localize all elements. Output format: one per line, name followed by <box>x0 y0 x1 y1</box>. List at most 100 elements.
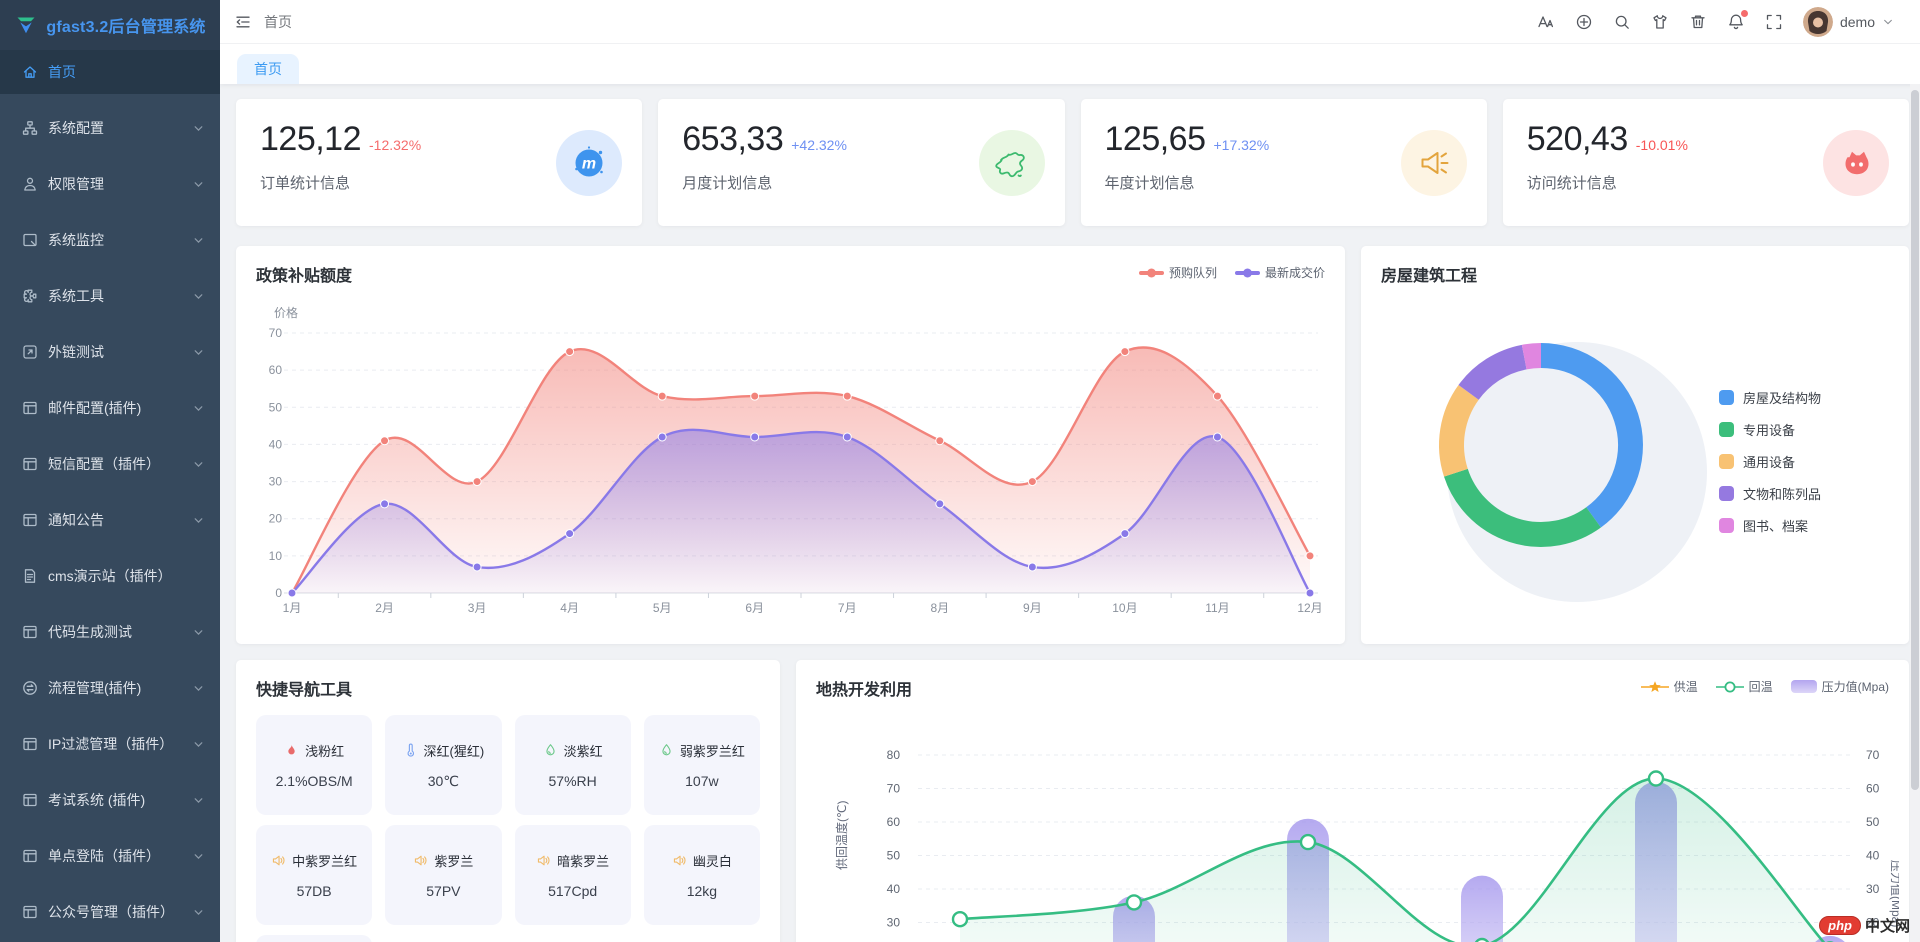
tile-name: 中紫罗兰红 <box>292 851 357 870</box>
scrollbar[interactable] <box>1910 84 1920 942</box>
quick-nav-tile-0[interactable]: 浅粉红2.1%OBS/M <box>256 715 372 815</box>
svg-text:40: 40 <box>1866 849 1880 863</box>
php-logo: php <box>1819 916 1861 935</box>
legend-item[interactable]: 供温 <box>1641 678 1698 695</box>
legend-marker <box>1235 268 1260 278</box>
quick-nav-tile-1[interactable]: 深红(猩红)30℃ <box>385 715 501 815</box>
svg-text:50: 50 <box>269 400 283 414</box>
svg-text:11月: 11月 <box>1205 601 1229 615</box>
sidebar-item-8[interactable]: 通知公告 <box>0 498 220 542</box>
tile-value: 107w <box>685 773 718 789</box>
chevron-down-icon <box>1882 16 1894 28</box>
legend-swatch <box>1791 680 1817 693</box>
header: 首页 demo <box>220 0 1920 44</box>
legend-item[interactable]: 专用设备 <box>1719 420 1821 439</box>
svg-text:8月: 8月 <box>930 601 949 615</box>
legend-marker <box>1139 268 1164 278</box>
stat-card-3: 520,43-10.01%访问统计信息 <box>1503 99 1909 226</box>
locale-icon[interactable] <box>1575 13 1593 31</box>
sidebar-item-label: IP过滤管理（插件） <box>48 734 193 754</box>
sidebar-item-14[interactable]: 单点登陆（插件） <box>0 834 220 878</box>
legend-label: 房屋及结构物 <box>1743 388 1821 407</box>
sidebar-item-13[interactable]: 考试系统 (插件) <box>0 778 220 822</box>
quick-nav-title: 快捷导航工具 <box>256 676 352 700</box>
quick-nav-tile-6[interactable]: 暗紫罗兰517Cpd <box>515 825 631 925</box>
geothermal-chart-card: 地热开发利用 供温回温压力值(Mpa) 80707060605050404030… <box>796 660 1909 942</box>
tile-title-row: 紫罗兰 <box>413 851 473 870</box>
sidebar-item-6[interactable]: 邮件配置(插件) <box>0 386 220 430</box>
trash-icon[interactable] <box>1689 13 1707 31</box>
username: demo <box>1840 14 1875 30</box>
sidebar-item-9[interactable]: cms演示站（插件） <box>0 554 220 598</box>
svg-text:70: 70 <box>887 782 901 796</box>
fullscreen-icon[interactable] <box>1765 13 1783 31</box>
font-size-icon[interactable] <box>1537 13 1555 31</box>
legend-item[interactable]: 压力值(Mpa) <box>1791 678 1889 695</box>
megaphone-icon <box>1401 130 1467 196</box>
chevron-down-icon <box>193 683 204 694</box>
chevron-down-icon <box>193 627 204 638</box>
svg-text:30: 30 <box>269 475 283 489</box>
user-menu[interactable]: demo <box>1803 7 1894 37</box>
search-icon[interactable] <box>1613 13 1631 31</box>
quick-nav-tile-7[interactable]: 幽灵白12kg <box>644 825 760 925</box>
legend-swatch <box>1719 390 1734 405</box>
sidebar-item-label: 权限管理 <box>48 174 193 194</box>
legend-item[interactable]: 通用设备 <box>1719 452 1821 471</box>
sidebar-item-12[interactable]: IP过滤管理（插件） <box>0 722 220 766</box>
sidebar-item-11[interactable]: 流程管理(插件) <box>0 666 220 710</box>
avatar[interactable] <box>1803 7 1833 37</box>
sidebar-item-3[interactable]: 系统监控 <box>0 218 220 262</box>
sidebar-item-10[interactable]: 代码生成测试 <box>0 610 220 654</box>
grid-icon <box>22 400 38 416</box>
svg-text:m: m <box>582 155 596 172</box>
legend-item[interactable]: 文物和陈列品 <box>1719 484 1821 503</box>
sidebar-item-4[interactable]: 系统工具 <box>0 274 220 318</box>
quick-nav-tile-partial[interactable] <box>256 935 372 942</box>
home-icon <box>22 64 38 80</box>
legend-label: 供温 <box>1674 678 1698 695</box>
legend-item[interactable]: 预购队列 <box>1139 264 1217 281</box>
sidebar-item-15[interactable]: 公众号管理（插件） <box>0 890 220 934</box>
tab-bar: 首页 <box>220 44 1920 84</box>
quick-nav-tile-3[interactable]: 弱紫罗兰红107w <box>644 715 760 815</box>
theme-icon[interactable] <box>1651 13 1669 31</box>
legend-item[interactable]: 最新成交价 <box>1235 264 1325 281</box>
bell-icon[interactable] <box>1727 13 1745 31</box>
legend-item[interactable]: 房屋及结构物 <box>1719 388 1821 407</box>
humidity-icon <box>659 743 674 758</box>
sidebar-item-1[interactable]: 系统配置 <box>0 106 220 150</box>
svg-text:5月: 5月 <box>653 601 672 615</box>
house-chart-legend: 房屋及结构物专用设备通用设备文物和陈列品图书、档案 <box>1719 388 1821 548</box>
quick-nav-tile-2[interactable]: 淡紫红57%RH <box>515 715 631 815</box>
svg-text:9月: 9月 <box>1023 601 1042 615</box>
legend-swatch <box>1719 454 1734 469</box>
house-donut-chart <box>1361 246 1909 644</box>
quick-nav-tile-5[interactable]: 紫罗兰57PV <box>385 825 501 925</box>
quick-nav-tile-4[interactable]: 中紫罗兰红57DB <box>256 825 372 925</box>
main-content: 125,12-12.32%订单统计信息m653,33+42.32%月度计划信息1… <box>220 84 1910 942</box>
legend-label: 专用设备 <box>1743 420 1795 439</box>
legend-item[interactable]: 图书、档案 <box>1719 516 1821 535</box>
sidebar-item-5[interactable]: 外链测试 <box>0 330 220 374</box>
sidebar-item-7[interactable]: 短信配置（插件） <box>0 442 220 486</box>
stat-delta: -10.01% <box>1636 137 1688 153</box>
tile-name: 深红(猩红) <box>424 741 485 760</box>
legend-item[interactable]: 回温 <box>1716 678 1773 695</box>
tile-name: 幽灵白 <box>693 851 732 870</box>
legend-label: 通用设备 <box>1743 452 1795 471</box>
svg-text:12月: 12月 <box>1297 601 1322 615</box>
sidebar-item-2[interactable]: 权限管理 <box>0 162 220 206</box>
tab-home[interactable]: 首页 <box>237 54 299 84</box>
sidebar-item-0[interactable]: 首页 <box>0 50 220 94</box>
policy-subsidy-chart-card: 政策补贴额度 预购队列最新成交价 010203040506070价格1月2月3月… <box>236 246 1345 644</box>
geo-mixed-chart: 80707060605050404030302020供回温度(℃)压力值(Mpa… <box>806 700 1899 942</box>
grid-icon <box>22 512 38 528</box>
svg-text:6月: 6月 <box>745 601 764 615</box>
scrollbar-thumb[interactable] <box>1911 90 1919 790</box>
house-chart-title: 房屋建筑工程 <box>1381 262 1477 286</box>
notification-badge <box>1741 10 1748 17</box>
collapse-sidebar-icon[interactable] <box>234 13 252 31</box>
svg-text:供回温度(℃): 供回温度(℃) <box>834 801 849 870</box>
app-logo: gfast3.2后台管理系统 <box>0 0 220 50</box>
